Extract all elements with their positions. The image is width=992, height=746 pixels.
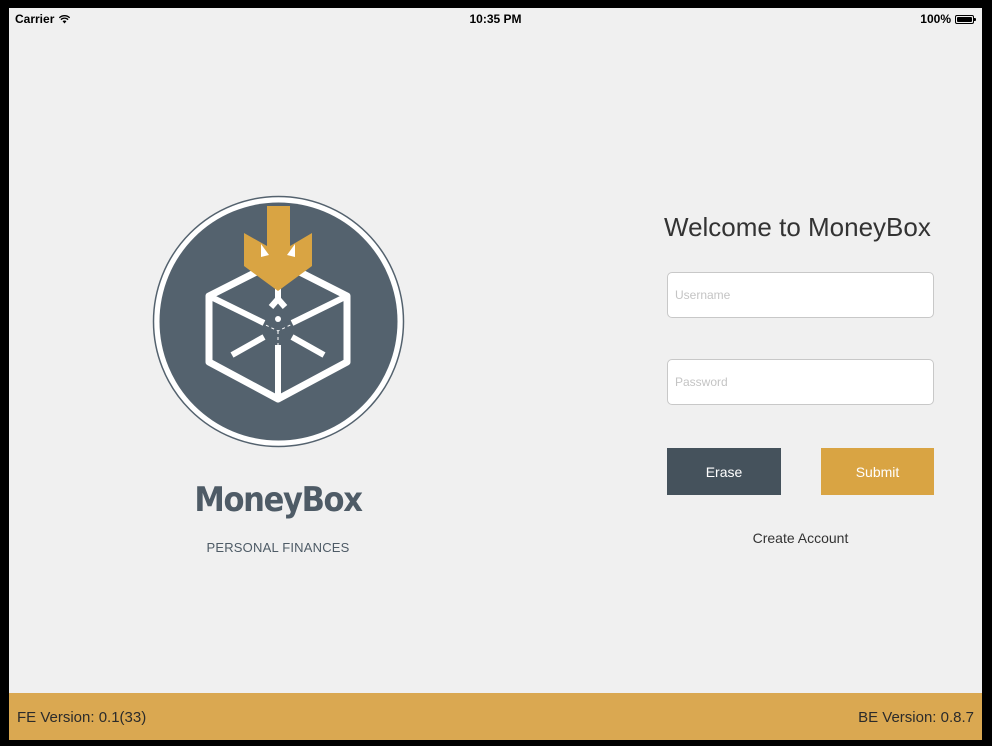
submit-button[interactable]: Submit	[821, 448, 934, 495]
status-time: 10:35 PM	[469, 12, 522, 26]
status-bar: Carrier 10:35 PM 100%	[9, 8, 982, 28]
brand-tagline: PERSONAL FINANCES	[206, 540, 350, 555]
app-window: Carrier 10:35 PM 100% MoneyBox PERSONAL …	[9, 8, 982, 740]
be-version: BE Version: 0.8.7	[858, 709, 974, 726]
box-arrow-icon	[152, 195, 405, 448]
version-footer: FE Version: 0.1(33) BE Version: 0.8.7	[9, 693, 982, 740]
create-account-link[interactable]: Create Account	[667, 530, 934, 546]
brand-name: MoneyBox	[194, 480, 363, 520]
fe-version: FE Version: 0.1(33)	[17, 709, 147, 726]
password-input[interactable]	[667, 359, 934, 405]
welcome-title: Welcome to MoneyBox	[664, 212, 931, 242]
logo	[152, 195, 405, 448]
battery-indicator: 100%	[920, 12, 976, 26]
username-input[interactable]	[667, 272, 934, 318]
battery-percent: 100%	[920, 12, 951, 26]
erase-button[interactable]: Erase	[667, 448, 781, 495]
battery-icon	[955, 14, 976, 24]
